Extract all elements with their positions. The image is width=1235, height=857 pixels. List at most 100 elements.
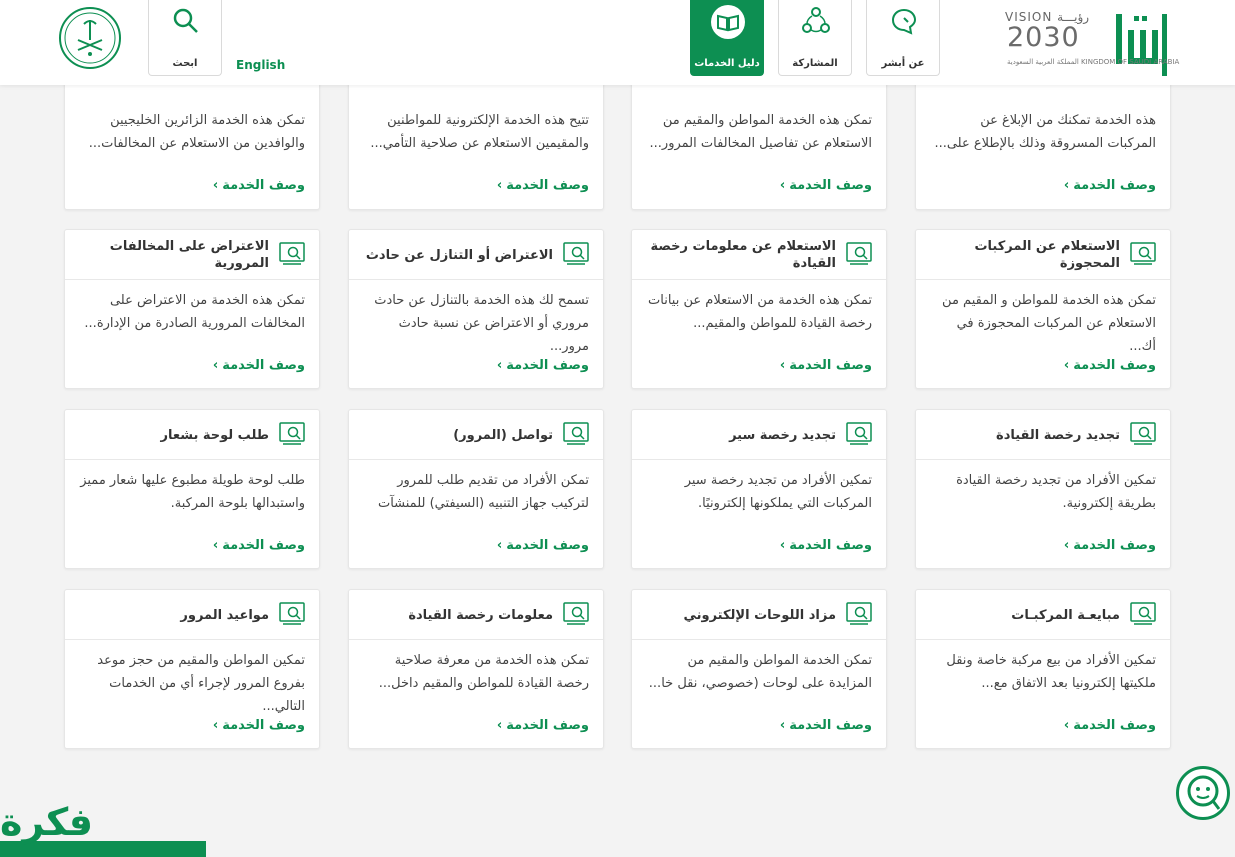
- card-title: تجديد رخصة سير: [729, 427, 836, 443]
- card-description: تمكين الأفراد من بيع مركبة خاصة ونقل ملك…: [946, 653, 1156, 691]
- service-search-icon: [563, 422, 589, 445]
- card-title: مزاد اللوحات الإلكتروني: [683, 607, 836, 623]
- card-description: تتيح هذه الخدمة الإلكترونية للمواطنين وا…: [370, 113, 589, 151]
- link-label: وصف الخدمة: [1073, 538, 1156, 553]
- card-header: الاعتراض على المخالفات المرورية: [65, 230, 319, 280]
- service-search-icon: [1130, 242, 1156, 265]
- link-label: وصف الخدمة: [1073, 358, 1156, 373]
- service-description-link[interactable]: وصف الخدمة›: [213, 538, 305, 553]
- service-card[interactable]: مبايعـة المركبـات تمكين الأفراد من بيع مر…: [915, 589, 1171, 749]
- service-card[interactable]: طلب لوحة بشعار طلب لوحة طويلة مطبوع عليها…: [64, 409, 320, 569]
- card-description: تمكين الأفراد من تجديد رخصة القيادة بطري…: [956, 473, 1156, 511]
- service-search-icon: [563, 602, 589, 625]
- card-description: تمكين الأفراد من تجديد رخصة سير المركبات…: [684, 473, 872, 511]
- service-card[interactable]: مزاد اللوحات الإلكتروني تمكن الخدمة الموا…: [631, 589, 887, 749]
- absher-logo[interactable]: [1110, 8, 1170, 78]
- link-label: وصف الخدمة: [506, 358, 589, 373]
- service-description-link[interactable]: وصف الخدمة›: [1064, 718, 1156, 733]
- service-description-link[interactable]: وصف الخدمة›: [1064, 538, 1156, 553]
- service-search-icon: [563, 242, 589, 265]
- service-description-link[interactable]: وصف الخدمة›: [780, 178, 872, 193]
- service-description-link[interactable]: وصف الخدمة›: [213, 358, 305, 373]
- chat-assistant-button[interactable]: [1176, 766, 1230, 820]
- service-card[interactable]: معلومات رخصة القيادة تمكن هذه الخدمة من م…: [348, 589, 604, 749]
- link-label: وصف الخدمة: [789, 718, 872, 733]
- service-description-link[interactable]: وصف الخدمة›: [1064, 178, 1156, 193]
- service-description-link[interactable]: وصف الخدمة›: [780, 718, 872, 733]
- service-description-link[interactable]: وصف الخدمة›: [497, 538, 589, 553]
- card-description: تمكن هذه الخدمة من الاعتراض على المخالفا…: [84, 293, 305, 331]
- book-icon: [711, 5, 745, 39]
- nav-label: عن أبشر: [881, 58, 925, 69]
- service-card[interactable]: تجديد رخصة القيادة تمكين الأفراد من تجديد…: [915, 409, 1171, 569]
- chat-bubble-icon: [891, 8, 917, 35]
- service-card[interactable]: الاعتراض على المخالفات المرورية تمكن هذه …: [64, 229, 320, 389]
- chevron-left-icon: ›: [212, 538, 219, 553]
- link-label: وصف الخدمة: [506, 178, 589, 193]
- service-card[interactable]: تجديد رخصة سير تمكين الأفراد من تجديد رخص…: [631, 409, 887, 569]
- link-label: وصف الخدمة: [222, 358, 305, 373]
- card-description: هذه الخدمة تمكنك من الإبلاغ عن المركبات …: [934, 113, 1156, 151]
- watermark-logo: فكرة: [0, 800, 94, 844]
- link-label: وصف الخدمة: [222, 178, 305, 193]
- card-header: مبايعـة المركبـات: [916, 590, 1170, 640]
- chevron-left-icon: ›: [496, 358, 503, 373]
- card-header: تواصل (المرور): [349, 410, 603, 460]
- nav-participation[interactable]: المشاركة: [778, 0, 852, 76]
- service-card[interactable]: الاستعلام عن المركبات المحجوزة تمكن هذه ا…: [915, 229, 1171, 389]
- card-title: الاعتراض أو التنازل عن حادث: [365, 247, 553, 263]
- language-switch-link[interactable]: English: [236, 58, 285, 72]
- service-card[interactable]: الاعتراض أو التنازل عن حادث تسمح لك هذه ا…: [348, 229, 604, 389]
- chat-bot-icon: [1187, 775, 1221, 810]
- service-card[interactable]: تواصل (المرور) تمكن الأفراد من تقديم طلب …: [348, 409, 604, 569]
- link-label: وصف الخدمة: [789, 178, 872, 193]
- card-title: الاستعلام عن المركبات المحجوزة: [974, 239, 1120, 271]
- nav-about-absher[interactable]: عن أبشر: [866, 0, 940, 76]
- service-description-link[interactable]: وصف الخدمة›: [780, 538, 872, 553]
- chevron-left-icon: ›: [496, 178, 503, 193]
- chevron-left-icon: ›: [212, 718, 219, 733]
- card-description: تمكن هذه الخدمة المواطن والمقيم من الاست…: [649, 113, 872, 151]
- share-network-icon: [802, 7, 830, 33]
- card-title: الاستعلام عن معلومات رخصة القيادة: [650, 239, 836, 271]
- service-description-link[interactable]: وصف الخدمة›: [497, 358, 589, 373]
- card-title: الاعتراض على المخالفات المرورية: [109, 239, 269, 271]
- service-description-link[interactable]: وصف الخدمة›: [213, 178, 305, 193]
- card-description: تمكين المواطن والمقيم من حجز موعد بفروع …: [97, 653, 305, 714]
- nav-services-guide[interactable]: دليل الخدمات: [690, 0, 764, 76]
- link-label: وصف الخدمة: [506, 538, 589, 553]
- card-title: مبايعـة المركبـات: [1011, 607, 1120, 623]
- card-header: الاعتراض أو التنازل عن حادث: [349, 230, 603, 280]
- service-card[interactable]: الاستعلام عن معلومات رخصة القيادة تمكن هذ…: [631, 229, 887, 389]
- service-description-link[interactable]: وصف الخدمة›: [497, 178, 589, 193]
- service-search-icon: [846, 422, 872, 445]
- chevron-left-icon: ›: [496, 538, 503, 553]
- saudi-emblem-logo[interactable]: [58, 6, 122, 70]
- card-description: تمكن هذه الخدمة الزائرين الخليجيين والوا…: [88, 113, 305, 151]
- service-description-link[interactable]: وصف الخدمة›: [213, 718, 305, 733]
- link-label: وصف الخدمة: [222, 538, 305, 553]
- card-header: طلب لوحة بشعار: [65, 410, 319, 460]
- card-description: تمكن هذه الخدمة للمواطن و المقيم من الاس…: [942, 293, 1156, 354]
- service-search-icon: [279, 422, 305, 445]
- card-title: مواعيد المرور: [180, 607, 269, 623]
- link-label: وصف الخدمة: [506, 718, 589, 733]
- chevron-left-icon: ›: [212, 178, 219, 193]
- service-search-icon: [279, 242, 305, 265]
- service-description-link[interactable]: وصف الخدمة›: [497, 718, 589, 733]
- chevron-left-icon: ›: [1063, 718, 1070, 733]
- card-title: تواصل (المرور): [453, 427, 553, 443]
- card-header: معلومات رخصة القيادة: [349, 590, 603, 640]
- card-header: الاستعلام عن المركبات المحجوزة: [916, 230, 1170, 280]
- link-label: وصف الخدمة: [789, 538, 872, 553]
- service-description-link[interactable]: وصف الخدمة›: [1064, 358, 1156, 373]
- service-description-link[interactable]: وصف الخدمة›: [780, 358, 872, 373]
- chevron-left-icon: ›: [212, 358, 219, 373]
- chevron-left-icon: ›: [779, 178, 786, 193]
- service-card[interactable]: مواعيد المرور تمكين المواطن والمقيم من حج…: [64, 589, 320, 749]
- vision-sub-text: المملكة العربية السعودية KINGDOM OF SAUD…: [1007, 58, 1180, 66]
- nav-search[interactable]: ابحث: [148, 0, 222, 76]
- service-search-icon: [846, 242, 872, 265]
- card-header: تجديد رخصة القيادة: [916, 410, 1170, 460]
- card-header: الاستعلام عن معلومات رخصة القيادة: [632, 230, 886, 280]
